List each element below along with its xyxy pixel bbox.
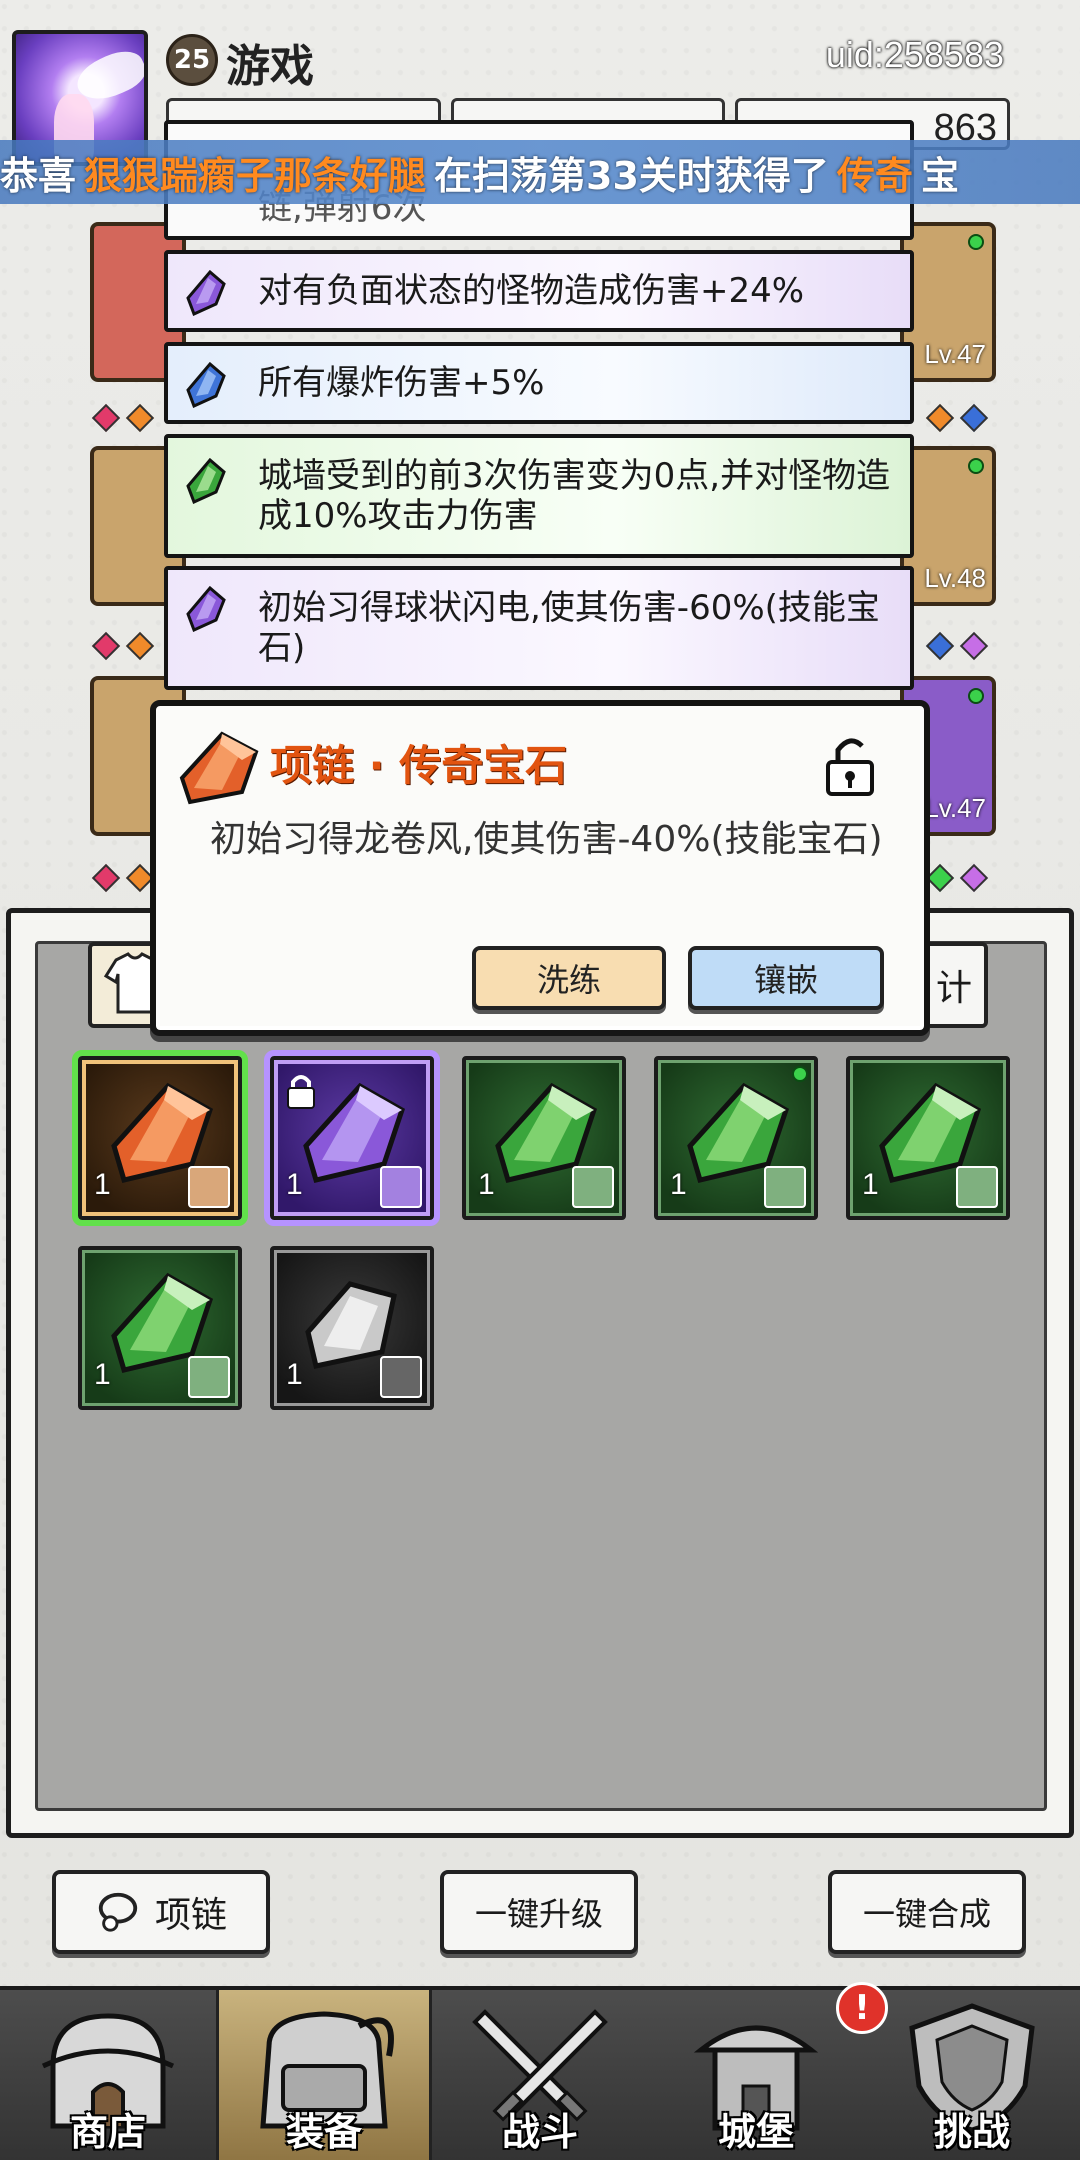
- equipment-slot-right-1[interactable]: Lv.47: [900, 222, 996, 382]
- affix-row-3: 所有爆炸伤害+5%: [164, 342, 914, 424]
- user-id: uid:258583: [825, 34, 1004, 75]
- nav-label: 战斗: [501, 2110, 578, 2154]
- affix-text: 对有负面状态的怪物造成伤害+24%: [258, 271, 805, 311]
- gem-slot-1[interactable]: 1: [72, 1050, 248, 1226]
- new-indicator-icon: [968, 688, 984, 704]
- affix-row-5: 初始习得球状闪电,使其伤害-60%(技能宝石): [164, 566, 914, 690]
- marquee-middle: 在扫荡第33关时获得了: [434, 153, 829, 198]
- nav-label: 城堡: [717, 2110, 794, 2154]
- game-title: 游戏: [226, 41, 314, 92]
- inlay-button[interactable]: 镶嵌: [688, 946, 884, 1010]
- popup-title: 项链 · 传奇宝石: [270, 741, 568, 790]
- nav-battle[interactable]: 战斗: [432, 1990, 648, 2160]
- marquee-prefix: 恭喜: [0, 153, 77, 198]
- refine-button[interactable]: 洗练: [472, 946, 666, 1010]
- affix-row-4: 城墙受到的前3次伤害变为0点,并对怪物造成10%攻击力伤害: [164, 434, 914, 558]
- marquee-item: 传奇: [836, 153, 913, 198]
- necklace-tag-icon: [188, 1356, 230, 1398]
- marquee-suffix: 宝: [920, 153, 959, 198]
- necklace-tag-icon: [764, 1166, 806, 1208]
- orange-gem-icon: [179, 731, 259, 805]
- purple-gem-icon: [186, 270, 226, 316]
- gem-count: 1: [670, 1168, 687, 1201]
- nav-label: 商店: [69, 2110, 146, 2154]
- necklace-tag-icon: [380, 1356, 422, 1398]
- nav-castle[interactable]: 城堡: [648, 1990, 864, 2160]
- category-label: 项链: [154, 1895, 227, 1936]
- marquee-player-name: 狠狠踹瘸子那条好腿: [84, 153, 427, 198]
- gem-count: 1: [862, 1168, 879, 1201]
- broadcast-marquee: 恭喜 狠狠踹瘸子那条好腿 在扫荡第33关时获得了 传奇 宝: [0, 140, 1080, 204]
- category-necklace-button[interactable]: 项链: [52, 1870, 270, 1954]
- necklace-tag-icon: [572, 1166, 614, 1208]
- new-indicator-icon: [792, 1066, 808, 1082]
- new-indicator-icon: [968, 458, 984, 474]
- affix-text: 所有爆炸伤害+5%: [258, 363, 545, 403]
- necklace-tag-icon: [188, 1166, 230, 1208]
- nav-equipment[interactable]: 装备: [216, 1990, 432, 2160]
- new-indicator-icon: [968, 234, 984, 250]
- purple-gem-icon: [186, 586, 226, 632]
- gem-slot-5[interactable]: 1: [846, 1056, 1010, 1220]
- green-gem-icon: [186, 458, 226, 504]
- gem-count: 1: [286, 1358, 303, 1391]
- nav-label: 挑战: [933, 2110, 1010, 2154]
- gem-slot-4[interactable]: 1: [654, 1056, 818, 1220]
- bottom-nav: 商店 装备 战斗 城堡 挑战: [0, 1986, 1080, 2160]
- upgrade-all-button[interactable]: 一键升级: [440, 1870, 638, 1954]
- nav-shop[interactable]: 商店: [0, 1990, 216, 2160]
- nav-challenge[interactable]: 挑战: [864, 1990, 1080, 2160]
- affix-row-2: 对有负面状态的怪物造成伤害+24%: [164, 250, 914, 332]
- affix-text: 城墙受到的前3次伤害变为0点,并对怪物造成10%攻击力伤害: [258, 456, 891, 536]
- popup-description: 初始习得龙卷风,使其伤害-40%(技能宝石): [210, 819, 883, 860]
- equipment-level: Lv.48: [924, 563, 986, 593]
- necklace-tag-icon: [956, 1166, 998, 1208]
- equipment-slot-right-2[interactable]: Lv.48: [900, 446, 996, 606]
- gem-count: 1: [478, 1168, 495, 1201]
- gem-detail-popup: 项链 · 传奇宝石 初始习得龙卷风,使其伤害-40%(技能宝石) 洗练 镶嵌: [150, 700, 930, 1036]
- filter-sort-label: 计: [935, 968, 972, 1009]
- merge-all-button[interactable]: 一键合成: [828, 1870, 1026, 1954]
- castle-alert-badge: !: [836, 1982, 888, 2034]
- gem-count: 1: [94, 1358, 111, 1391]
- affix-text: 初始习得球状闪电,使其伤害-60%(技能宝石): [258, 588, 880, 668]
- equipment-level: Lv.47: [924, 339, 986, 369]
- gem-slot-7[interactable]: 1: [270, 1246, 434, 1410]
- unlock-icon[interactable]: [822, 732, 878, 798]
- gem-slot-2[interactable]: 1: [264, 1050, 440, 1226]
- filter-sort-button[interactable]: 计: [920, 942, 988, 1028]
- gem-slot-6[interactable]: 1: [78, 1246, 242, 1410]
- gem-count: 1: [94, 1168, 111, 1201]
- gem-count: 1: [286, 1168, 303, 1201]
- player-level-badge: 25: [166, 34, 218, 86]
- gem-slot-3[interactable]: 1: [462, 1056, 626, 1220]
- necklace-icon: [98, 1892, 138, 1932]
- nav-label: 装备: [285, 2110, 362, 2154]
- blue-gem-icon: [186, 362, 226, 408]
- equipment-level: Lv.47: [924, 793, 986, 823]
- necklace-tag-icon: [380, 1166, 422, 1208]
